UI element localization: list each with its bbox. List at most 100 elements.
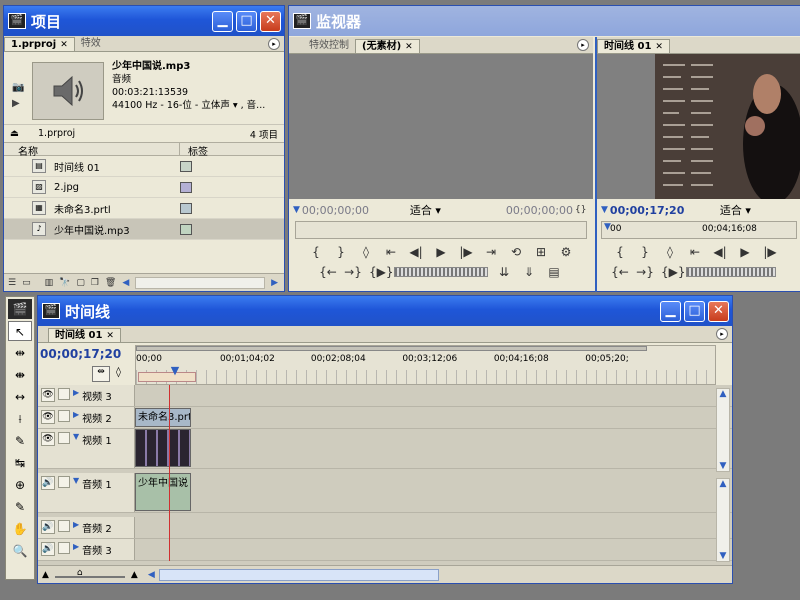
track-lane[interactable] [135,517,716,538]
monitor-titlebar[interactable]: 🎬 监视器 [289,6,800,36]
expand-track-icon[interactable]: ▼ [73,432,79,441]
project-item[interactable]: ♪ 少年中国说.mp3 [4,219,284,240]
horizontal-scrollbar[interactable] [135,276,266,289]
panel-menu-icon[interactable]: ▸ [268,38,280,50]
clear-icon[interactable]: 🗑 [105,278,116,288]
source-timecode[interactable]: 00;00;00;00 [302,204,410,217]
scroll-down-icon[interactable]: ▼ [717,461,729,471]
tab-effects[interactable]: 特效 [75,37,107,51]
poster-frame-icon[interactable]: 📷 [12,80,26,96]
close-tab-icon[interactable]: ✕ [655,42,663,52]
lock-toggle[interactable] [58,476,70,488]
eye-icon[interactable]: 👁 [41,410,55,424]
jog-shuttle[interactable] [394,267,488,277]
expand-track-icon[interactable]: ▶ [73,542,79,551]
program-playhead[interactable]: ▼ [604,222,611,232]
scroll-up-icon[interactable]: ▲ [717,479,729,489]
title-clip[interactable]: 未命名3.prtl [135,408,191,427]
maximize-button[interactable]: □ [684,300,705,322]
expand-track-icon[interactable]: ▼ [73,476,79,485]
lock-toggle[interactable] [58,520,70,532]
speaker-icon[interactable]: 🔊 [41,542,55,556]
scroll-left-icon[interactable]: ◀ [122,278,129,288]
panel-menu-icon[interactable]: ▸ [716,328,728,340]
razor-icon[interactable]: ✎ [8,431,32,451]
set-marker-icon[interactable]: ◊ [357,244,375,260]
safe-margins-icon[interactable]: ⊞ [532,244,550,260]
label-swatch[interactable] [180,181,192,193]
speaker-icon[interactable]: 🔊 [41,520,55,534]
overlay-icon[interactable]: ⇓ [520,264,538,280]
snap-toggle[interactable]: ⇹ [92,366,110,382]
step-back-icon[interactable]: ◀| [711,244,729,260]
eye-icon[interactable]: 👁 [41,432,55,446]
new-item-icon[interactable]: ❐ [91,278,99,288]
step-back-icon[interactable]: ◀| [407,244,425,260]
close-button[interactable]: ✕ [708,300,729,322]
source-fit-dropdown[interactable]: 适合 ▾ [410,202,500,218]
tab-project[interactable]: 1.prproj ✕ [4,37,75,51]
pen-icon[interactable]: ✎ [8,497,32,517]
project-item[interactable]: ▨ 2.jpg [4,177,284,198]
minimize-button[interactable]: ▁ [660,300,681,322]
image-clip[interactable] [135,429,191,467]
go-out-icon[interactable]: ⇥ [482,244,500,260]
maximize-button[interactable]: □ [236,10,257,32]
track-lane[interactable]: 未命名3.prtl [135,407,716,428]
toggle-track-icon[interactable]: ▤ [545,264,563,280]
mark-in-icon[interactable]: { [307,244,325,260]
speaker-icon[interactable]: 🔊 [41,476,55,490]
play-icon[interactable]: ▶ [432,244,450,260]
close-tab-icon[interactable]: ✕ [60,40,68,50]
label-swatch[interactable] [180,160,192,172]
label-swatch[interactable] [180,223,192,235]
lock-toggle[interactable] [58,542,70,554]
time-ruler[interactable]: 00;00 00;01;04;02 00;02;08;04 00;03;12;06 00… [135,345,716,385]
audio-clip[interactable]: 少年中国说 [135,473,191,511]
go-in-icon[interactable]: ⇤ [686,244,704,260]
expand-track-icon[interactable]: ▶ [73,388,79,397]
slide-icon[interactable]: ⊕ [8,475,32,495]
zoom-slider[interactable]: ⌂ [54,568,125,578]
ripple-edit-icon[interactable]: ⇼ [8,365,32,385]
step-forward-icon[interactable]: |▶ [761,244,779,260]
lock-toggle[interactable] [58,388,70,400]
close-button[interactable]: ✕ [260,10,281,32]
go-prev-marker-icon[interactable]: {← [319,264,337,280]
play-icon[interactable]: ▶ [736,244,754,260]
scroll-down-icon[interactable]: ▼ [717,551,729,561]
zoom-out-icon[interactable]: ▲ [42,570,49,580]
set-marker-icon[interactable]: ◊ [661,244,679,260]
program-fit-dropdown[interactable]: 适合 ▾ [720,202,751,218]
new-bin-icon[interactable]: ▢ [76,278,85,288]
eye-icon[interactable]: 👁 [41,388,55,402]
close-tab-icon[interactable]: ✕ [405,42,413,52]
play-in-out-icon[interactable]: {▶} [661,264,686,280]
go-next-marker-icon[interactable]: →} [344,264,362,280]
select-icon[interactable]: ⇹ [8,343,32,363]
mark-in-icon[interactable]: { [611,244,629,260]
scroll-up-icon[interactable]: ▲ [717,389,729,399]
tab-source[interactable]: (无素材) ✕ [355,39,420,53]
work-area-bar[interactable] [136,346,647,351]
slip-icon[interactable]: ↹ [8,453,32,473]
track-select-icon[interactable]: ↖ [8,321,32,341]
label-swatch[interactable] [180,202,192,214]
automate-icon[interactable]: ▥ [45,278,54,288]
audio-vscroll[interactable]: ▲ ▼ [716,478,730,562]
tab-timeline-01[interactable]: 时间线 01 ✕ [48,328,121,342]
column-name[interactable]: 名称 [4,143,180,158]
mark-out-icon[interactable]: } [636,244,654,260]
lock-toggle[interactable] [58,410,70,422]
minimize-button[interactable]: ▁ [212,10,233,32]
playhead-line[interactable] [169,385,171,561]
project-titlebar[interactable]: 🎬 项目 ▁ □ ✕ [4,6,284,36]
zoom-in-icon[interactable]: ▲ [131,570,138,580]
close-tab-icon[interactable]: ✕ [106,331,114,341]
timeline-timecode[interactable]: 00;00;17;20 [40,347,121,361]
insert-icon[interactable]: ⇊ [495,264,513,280]
zoom-icon[interactable]: 🔍 [8,541,32,561]
column-label[interactable]: 标签 [180,143,208,158]
video-vscroll[interactable]: ▲ ▼ [716,388,730,472]
loop-icon[interactable]: ⟲ [507,244,525,260]
